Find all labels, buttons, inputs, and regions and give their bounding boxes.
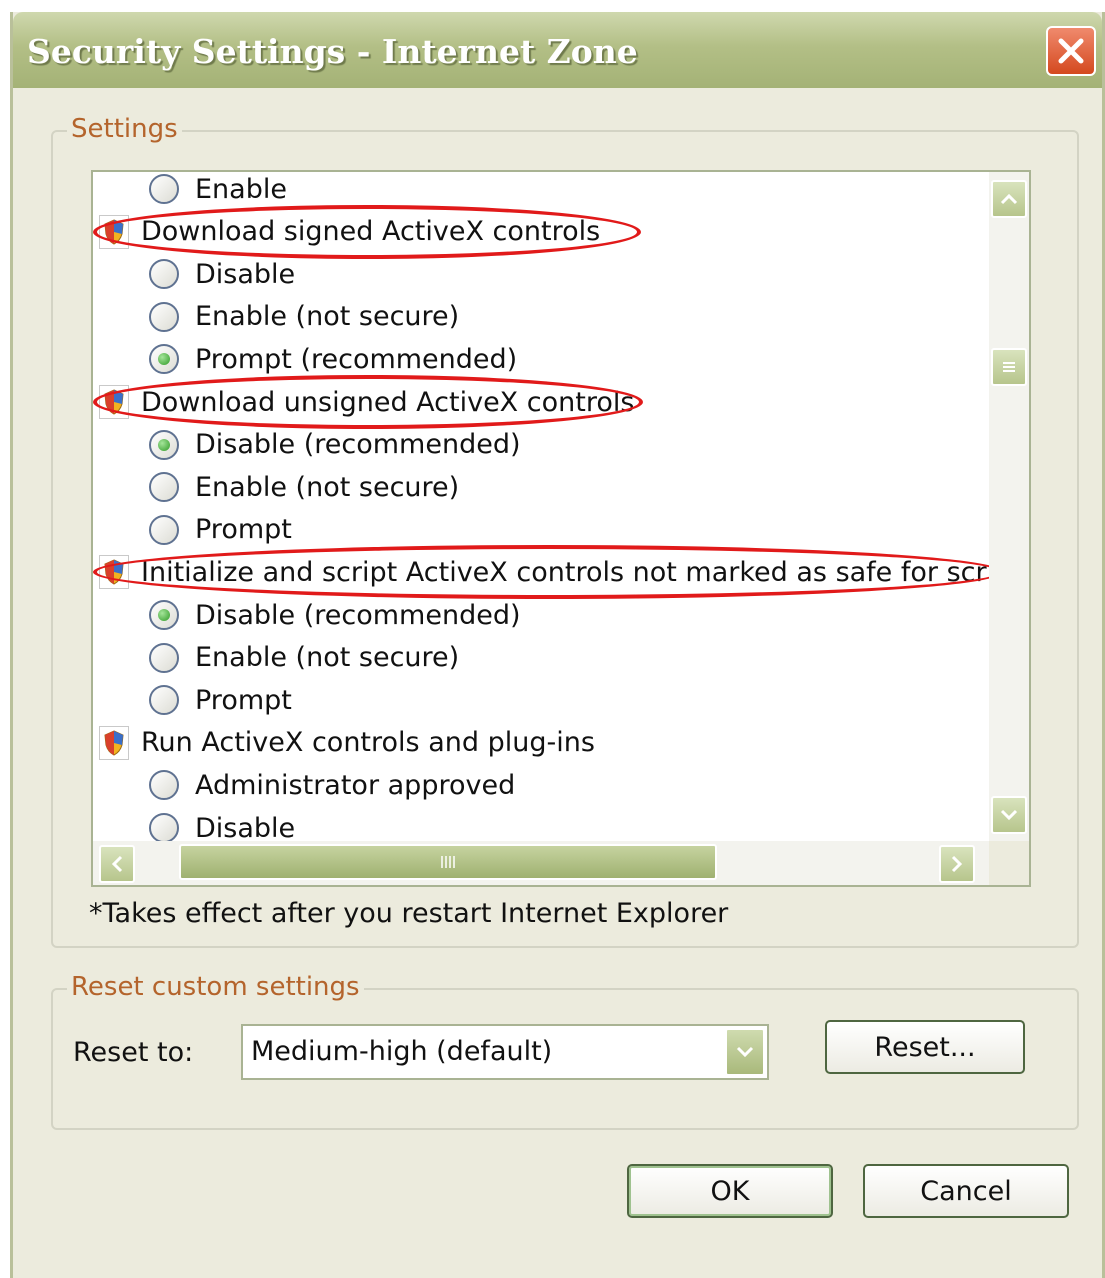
shield-icon xyxy=(99,555,129,590)
security-settings-dialog: Security Settings - Internet Zone Settin… xyxy=(10,12,1105,1278)
setting-category: Run ActiveX controls and plug-ins xyxy=(99,722,595,764)
radio-unchecked-icon[interactable] xyxy=(149,472,179,503)
setting-category-label: Run ActiveX controls and plug-ins xyxy=(141,727,595,759)
radio-option[interactable]: Prompt xyxy=(149,509,292,551)
radio-unchecked-icon[interactable] xyxy=(149,813,179,843)
radio-option-label: Disable xyxy=(195,812,296,844)
radio-option[interactable]: Enable (not secure) xyxy=(149,637,459,679)
close-icon[interactable] xyxy=(1046,26,1096,76)
setting-category: Download signed ActiveX controls xyxy=(99,211,600,253)
radio-option-label: Prompt xyxy=(195,514,292,546)
chevron-down-icon xyxy=(1000,809,1018,821)
scroll-left-button[interactable] xyxy=(99,845,135,883)
radio-option-label: Disable xyxy=(195,258,296,290)
shield-icon xyxy=(99,214,129,249)
radio-option-label: Enable (not secure) xyxy=(195,301,460,333)
radio-option[interactable]: Enable xyxy=(149,172,287,210)
title-bar[interactable]: Security Settings - Internet Zone xyxy=(13,12,1102,88)
radio-option-label: Disable (recommended) xyxy=(195,429,521,461)
vertical-scrollbar[interactable] xyxy=(989,172,1029,842)
ok-button[interactable]: OK xyxy=(627,1164,833,1218)
setting-category-label: Initialize and script ActiveX controls n… xyxy=(141,556,1030,588)
chevron-down-icon[interactable] xyxy=(725,1028,765,1076)
chevron-up-icon xyxy=(1000,193,1018,205)
horizontal-scroll-thumb[interactable] xyxy=(179,844,717,880)
restart-note: *Takes effect after you restart Internet… xyxy=(89,898,729,929)
radio-checked-icon[interactable] xyxy=(149,429,179,460)
reset-level-value: Medium-high (default) xyxy=(251,1036,553,1067)
shield-icon xyxy=(99,385,129,419)
reset-to-label: Reset to: xyxy=(73,1037,194,1068)
setting-category-label: Download unsigned ActiveX controls xyxy=(141,386,635,418)
shield-icon xyxy=(99,725,129,760)
radio-option-label: Enable (not secure) xyxy=(195,642,460,674)
radio-unchecked-icon[interactable] xyxy=(149,174,179,204)
radio-option-label: Administrator approved xyxy=(195,769,516,801)
radio-checked-icon[interactable] xyxy=(149,600,179,630)
window-title: Security Settings - Internet Zone xyxy=(27,32,638,71)
radio-option-label: Prompt xyxy=(195,684,292,716)
radio-unchecked-icon[interactable] xyxy=(149,301,179,332)
vertical-scroll-thumb[interactable] xyxy=(991,348,1027,386)
radio-option[interactable]: Disable (recommended) xyxy=(149,424,521,466)
scroll-up-button[interactable] xyxy=(991,180,1027,218)
grip-icon xyxy=(441,856,455,868)
radio-option[interactable]: Prompt (recommended) xyxy=(149,338,517,380)
radio-option-label: Disable (recommended) xyxy=(195,599,521,631)
scroll-down-button[interactable] xyxy=(991,796,1027,834)
scroll-right-button[interactable] xyxy=(939,845,975,883)
radio-option[interactable]: Enable (not secure) xyxy=(149,296,459,338)
radio-option-label: Enable (not secure) xyxy=(195,471,460,503)
reset-button[interactable]: Reset... xyxy=(825,1020,1025,1074)
radio-option-label: Enable xyxy=(195,173,287,205)
reset-group-label: Reset custom settings xyxy=(67,972,364,1002)
radio-option[interactable]: Disable (recommended) xyxy=(149,594,521,636)
horizontal-scrollbar[interactable] xyxy=(93,841,993,885)
chevron-left-icon xyxy=(111,855,123,873)
setting-category: Initialize and script ActiveX controls n… xyxy=(99,551,1029,593)
chevron-right-icon xyxy=(951,855,963,873)
radio-unchecked-icon[interactable] xyxy=(149,685,179,716)
radio-unchecked-icon[interactable] xyxy=(149,259,179,290)
radio-option[interactable]: Enable (not secure) xyxy=(149,466,459,508)
grip-icon xyxy=(1003,362,1015,372)
radio-option[interactable]: Prompt xyxy=(149,679,292,721)
radio-checked-icon[interactable] xyxy=(149,344,179,375)
radio-unchecked-icon[interactable] xyxy=(149,514,179,545)
settings-list[interactable]: Enable Download signed ActiveX controls Di… xyxy=(91,170,1031,887)
radio-option-label: Prompt (recommended) xyxy=(195,343,518,375)
radio-option[interactable]: Administrator approved xyxy=(149,764,515,806)
settings-group-label: Settings xyxy=(67,114,182,144)
radio-option[interactable]: Disable xyxy=(149,253,295,295)
setting-category: Download unsigned ActiveX controls xyxy=(99,381,634,423)
radio-unchecked-icon[interactable] xyxy=(149,642,179,673)
scroll-corner xyxy=(989,841,1029,885)
setting-category-label: Download signed ActiveX controls xyxy=(141,216,601,248)
reset-level-select[interactable]: Medium-high (default) xyxy=(241,1024,769,1080)
radio-unchecked-icon[interactable] xyxy=(149,770,179,801)
cancel-button[interactable]: Cancel xyxy=(863,1164,1069,1218)
